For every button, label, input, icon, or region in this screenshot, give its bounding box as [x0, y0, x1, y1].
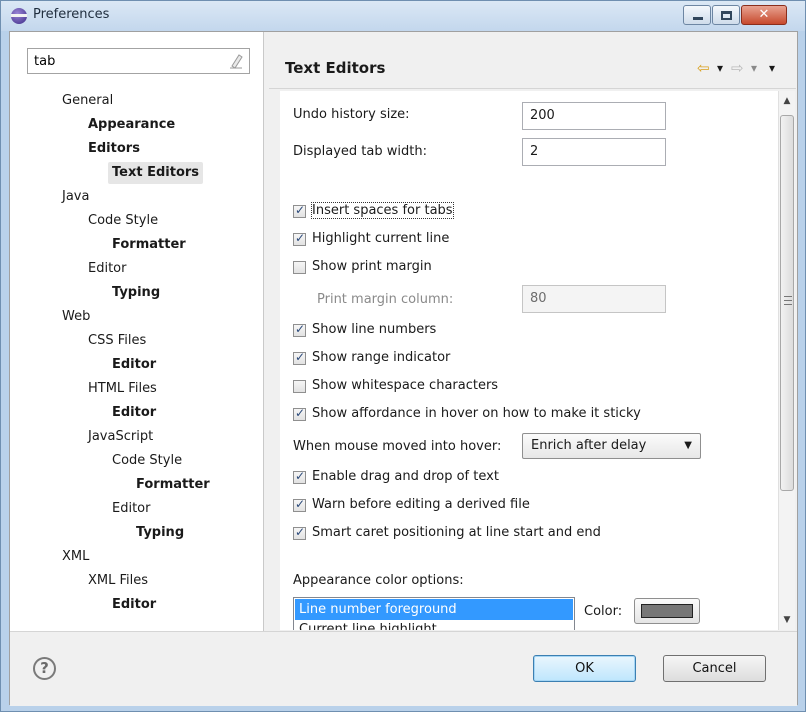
checkbox-label: Enable drag and drop of text	[312, 469, 499, 484]
dropdown-arrow-icon: ▼	[684, 440, 692, 451]
page-title: Text Editors	[285, 59, 386, 77]
tab-width-input[interactable]: 2	[522, 138, 666, 166]
tree-item-formatter[interactable]: Formatter	[132, 474, 214, 496]
checkbox-label: Show range indicator	[312, 350, 451, 365]
close-icon: ✕	[758, 7, 770, 22]
checkbox-label: Show whitespace characters	[312, 378, 499, 393]
tree-item-text-editors[interactable]: Text Editors	[108, 162, 204, 184]
tree-item-code-style[interactable]: Code Style	[84, 210, 162, 232]
hover-mode-label: When mouse moved into hover:	[293, 439, 502, 454]
print-margin-column-input[interactable]: 80	[522, 285, 666, 313]
checkbox-label: Show line numbers	[312, 322, 437, 337]
color-option-item[interactable]: Current line highlight	[295, 619, 573, 630]
checkbox-box[interactable]	[293, 406, 306, 421]
color-options-list[interactable]: Line number foreground Current line highl…	[293, 597, 575, 630]
tree-item-javascript[interactable]: JavaScript	[84, 426, 157, 448]
tree-item-xml-files[interactable]: XML Files	[84, 570, 152, 592]
scroll-down-icon[interactable]: ▼	[779, 612, 795, 628]
preference-tree: General Appearance Editors Text Editors Java…	[10, 90, 262, 630]
cancel-button[interactable]: Cancel	[663, 655, 766, 682]
tree-item-formatter[interactable]: Formatter	[108, 234, 190, 256]
checkbox-box[interactable]	[293, 231, 306, 246]
clear-filter-icon[interactable]	[229, 53, 243, 69]
eclipse-icon	[11, 8, 27, 24]
tree-item-typing[interactable]: Typing	[108, 282, 164, 304]
checkbox-label: Insert spaces for tabs	[311, 202, 454, 219]
checkbox-box[interactable]	[293, 525, 306, 540]
minimize-icon	[693, 17, 703, 20]
color-option-item[interactable]: Line number foreground	[295, 599, 573, 620]
checkbox-box[interactable]	[293, 350, 306, 365]
checkbox-box[interactable]	[293, 469, 306, 484]
tab-width-label: Displayed tab width:	[293, 144, 427, 159]
header-separator	[269, 88, 796, 89]
undo-history-input[interactable]: 200	[522, 102, 666, 130]
dialog-client: GeneralAppearanceEditorsText EditorsJava…	[9, 31, 798, 706]
maximize-button[interactable]	[712, 5, 740, 25]
tree-item-editor[interactable]: Editor	[84, 258, 130, 280]
hover-mode-select[interactable]: Enrich after delay ▼	[522, 433, 701, 459]
forward-history-menu-icon[interactable]: ▾	[751, 59, 757, 77]
filter-field[interactable]	[27, 48, 250, 74]
tree-item-editor[interactable]: Editor	[108, 354, 160, 376]
checkbox-label: Warn before editing a derived file	[312, 497, 530, 512]
checkbox-label: Show affordance in hover on how to make …	[312, 406, 641, 421]
color-swatch	[641, 604, 693, 618]
preferences-window: Preferences ✕ GeneralAppearanceEditorsTe…	[0, 0, 806, 712]
checkbox-box[interactable]	[293, 261, 306, 274]
checkbox-box[interactable]	[293, 203, 306, 218]
tree-item-css-files[interactable]: CSS Files	[84, 330, 150, 352]
tree-item-html-files[interactable]: HTML Files	[84, 378, 161, 400]
checkbox-box[interactable]	[293, 380, 306, 393]
color-options-label: Appearance color options:	[293, 573, 464, 588]
tree-item-java[interactable]: Java	[58, 186, 93, 208]
print-margin-column-label: Print margin column:	[317, 292, 454, 307]
back-history-menu-icon[interactable]: ▾	[717, 59, 723, 77]
preference-page: Text Editors ⇦ ▾ ⇨ ▾ ▾ Undo history size…	[265, 32, 797, 631]
settings-scroll-area: Undo history size: 200 Displayed tab wid…	[280, 91, 778, 630]
preference-tree-pane: GeneralAppearanceEditorsText Editors Java…	[10, 32, 264, 631]
checkbox-label: Smart caret positioning at line start an…	[312, 525, 601, 540]
vertical-scrollbar[interactable]: ▲ ▼	[778, 91, 795, 630]
checkbox-box[interactable]	[293, 497, 306, 512]
scroll-thumb[interactable]	[780, 115, 794, 491]
title-bar[interactable]: Preferences ✕	[1, 1, 805, 31]
close-button[interactable]: ✕	[741, 5, 787, 25]
ok-button[interactable]: OK	[533, 655, 636, 682]
scroll-up-icon[interactable]: ▲	[779, 93, 795, 109]
tree-item-web[interactable]: Web	[58, 306, 94, 328]
grip-icon	[784, 296, 792, 305]
tree-item-editor[interactable]: Editor	[108, 402, 160, 424]
view-menu-icon[interactable]: ▾	[769, 59, 775, 77]
tree-item-editors[interactable]: Editors	[84, 138, 144, 160]
eraser-icon	[230, 54, 243, 69]
maximize-icon	[721, 11, 732, 20]
tree-item-editor[interactable]: Editor	[108, 594, 160, 616]
tree-item-editor[interactable]: Editor	[108, 498, 154, 520]
dialog-footer: ? OK Cancel	[10, 631, 797, 706]
color-picker-button[interactable]	[634, 598, 700, 624]
help-icon[interactable]: ?	[33, 657, 56, 680]
minimize-button[interactable]	[683, 5, 711, 25]
tree-item-appearance[interactable]: Appearance	[84, 114, 179, 136]
forward-arrow-icon[interactable]: ⇨	[731, 59, 744, 77]
checkbox-label: Highlight current line	[312, 231, 450, 246]
hover-mode-value: Enrich after delay	[531, 438, 647, 453]
color-label: Color:	[584, 604, 623, 619]
window-title: Preferences	[33, 7, 110, 22]
checkbox-label: Show print margin	[312, 259, 432, 274]
filter-input[interactable]	[28, 49, 223, 73]
tree-item-code-style[interactable]: Code Style	[108, 450, 186, 472]
back-arrow-icon[interactable]: ⇦	[697, 59, 710, 77]
undo-history-label: Undo history size:	[293, 107, 410, 122]
tree-item-general[interactable]: General	[58, 90, 117, 112]
tree-item-xml[interactable]: XML	[58, 546, 93, 568]
checkbox-box[interactable]	[293, 322, 306, 337]
tree-item-typing[interactable]: Typing	[132, 522, 188, 544]
